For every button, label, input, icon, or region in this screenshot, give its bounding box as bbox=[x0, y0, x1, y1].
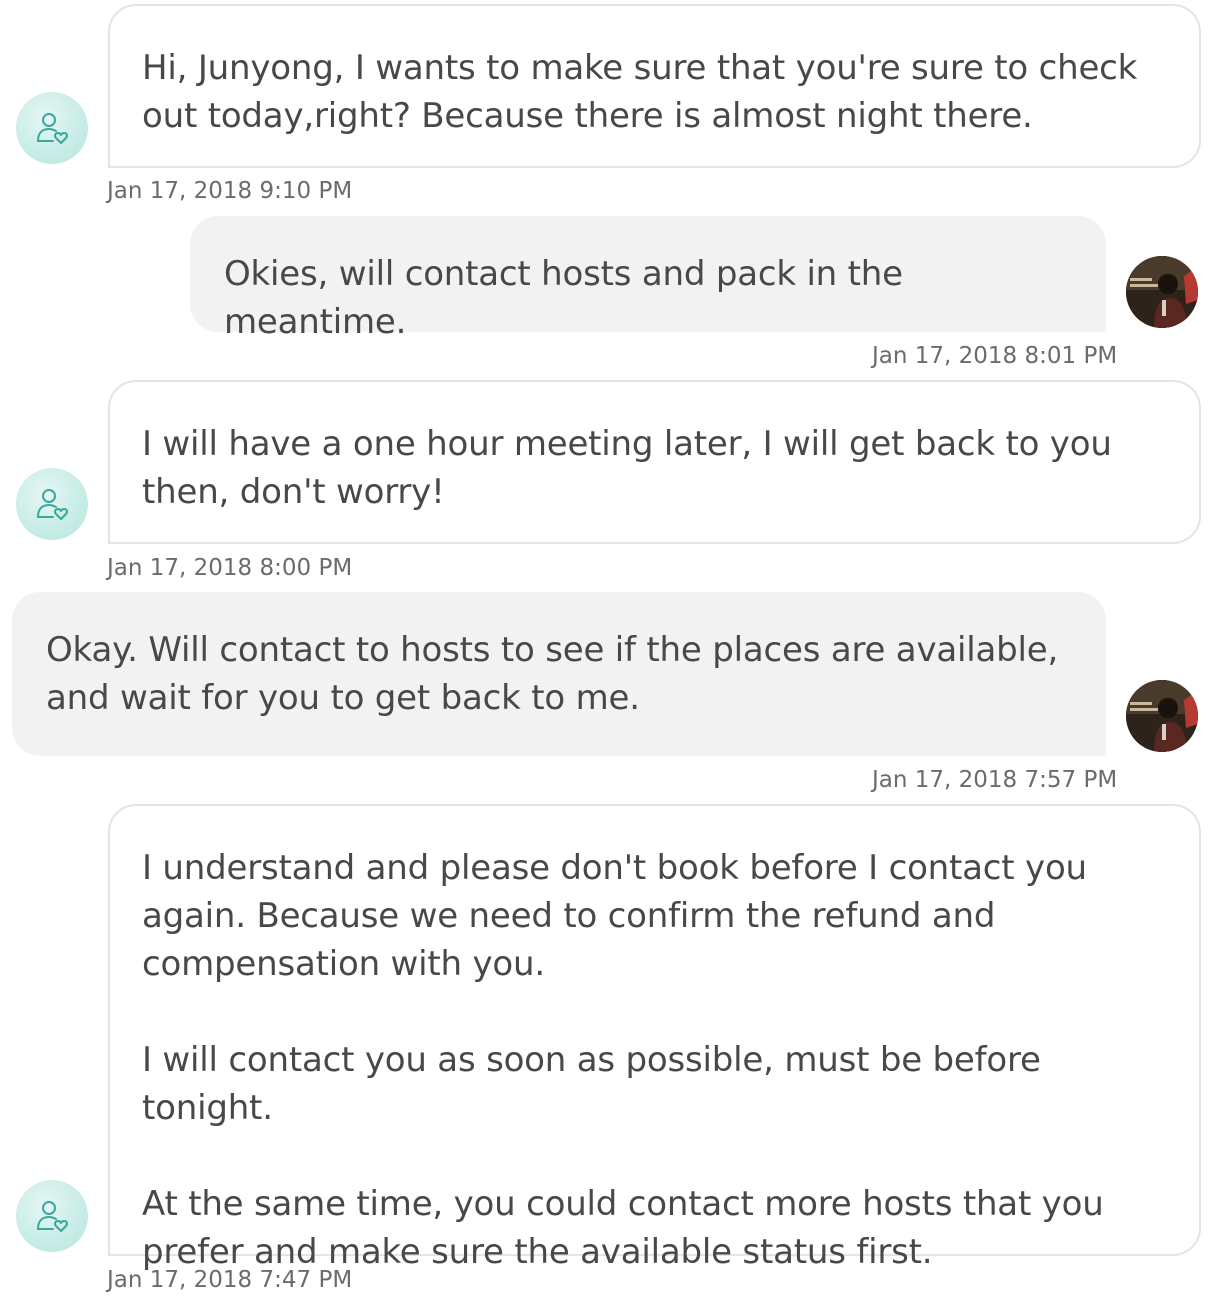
message-bubble-host: I understand and please don't book befor… bbox=[108, 804, 1201, 1272]
message-bubble-user: Okies, will contact hosts and pack in th… bbox=[190, 216, 1106, 342]
message-text: I understand and please don't book befor… bbox=[142, 848, 1104, 1272]
message-text: I will have a one hour meeting later, I … bbox=[142, 424, 1123, 512]
message-timestamp: Jan 17, 2018 8:00 PM bbox=[107, 555, 353, 581]
message-bubble-host: I will have a one hour meeting later, I … bbox=[108, 380, 1201, 544]
user-photo bbox=[1126, 256, 1198, 328]
host-avatar[interactable] bbox=[16, 92, 88, 164]
message-timestamp: Jan 17, 2018 8:01 PM bbox=[872, 343, 1118, 369]
user-photo bbox=[1126, 680, 1198, 752]
message-text: Okay. Will contact to hosts to see if th… bbox=[46, 630, 1069, 718]
host-avatar[interactable] bbox=[16, 1180, 88, 1252]
message-timestamp: Jan 17, 2018 7:47 PM bbox=[107, 1267, 353, 1293]
host-support-icon bbox=[37, 113, 69, 144]
message-bubble-user: Okay. Will contact to hosts to see if th… bbox=[12, 592, 1106, 756]
user-avatar[interactable] bbox=[1126, 680, 1198, 752]
message-bubble-host: Hi, Junyong, I wants to make sure that y… bbox=[108, 4, 1201, 168]
host-support-icon bbox=[37, 489, 69, 520]
user-avatar[interactable] bbox=[1126, 256, 1198, 328]
message-timestamp: Jan 17, 2018 7:57 PM bbox=[872, 767, 1118, 793]
host-avatar[interactable] bbox=[16, 468, 88, 540]
message-timestamp: Jan 17, 2018 9:10 PM bbox=[107, 178, 353, 204]
host-support-icon bbox=[37, 1201, 69, 1232]
message-text: Hi, Junyong, I wants to make sure that y… bbox=[142, 48, 1148, 136]
message-text: Okies, will contact hosts and pack in th… bbox=[224, 254, 914, 342]
